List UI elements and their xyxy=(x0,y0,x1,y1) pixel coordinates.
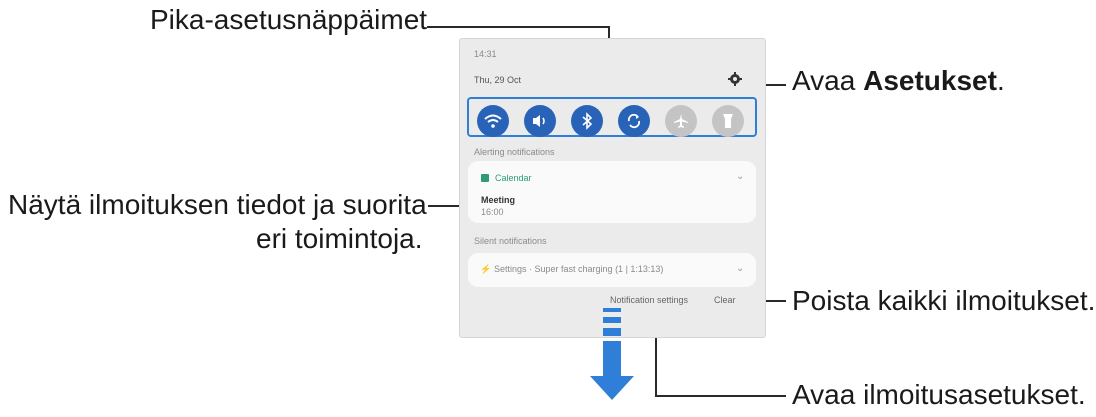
quick-settings-row xyxy=(467,97,757,137)
chevron-down-icon[interactable]: ⌄ xyxy=(736,263,744,274)
silent-notification-text: Settings · Super fast charging (1 | 1:13… xyxy=(494,264,664,274)
settings-gear-icon[interactable] xyxy=(728,72,742,86)
clear-all-label: Poista kaikki ilmoitukset. xyxy=(792,285,1096,316)
callout-notification-settings-h xyxy=(655,395,786,397)
calendar-icon xyxy=(481,174,489,182)
calendar-app-name: Calendar xyxy=(495,173,532,183)
charging-icon: ⚡ xyxy=(480,264,492,274)
bluetooth-icon[interactable] xyxy=(571,105,603,137)
calendar-notification-card[interactable]: Calendar ⌄ Meeting 16:00 xyxy=(468,161,756,223)
notification-settings-button[interactable]: Notification settings xyxy=(610,295,688,305)
silent-notification-card[interactable]: ⚡ Settings · Super fast charging (1 | 1:… xyxy=(468,253,756,287)
quick-settings-label: Pika-asetusnäppäimet xyxy=(150,4,428,35)
notification-details-label-line1: Näytä ilmoituksen tiedot ja suorita xyxy=(8,189,427,220)
silent-notifications-header: Silent notifications xyxy=(474,236,547,246)
sound-icon[interactable] xyxy=(524,105,556,137)
open-settings-label: Avaa Asetukset. xyxy=(792,65,1005,97)
open-settings-bold: Asetukset xyxy=(863,65,997,96)
panel-date: Thu, 29 Oct xyxy=(474,75,522,85)
notification-settings-label: Avaa ilmoitusasetukset. xyxy=(792,379,1086,410)
wifi-icon[interactable] xyxy=(477,105,509,137)
airplane-icon[interactable] xyxy=(665,105,697,137)
open-settings-prefix: Avaa xyxy=(792,65,864,96)
event-time: 16:00 xyxy=(481,207,504,217)
chevron-down-icon[interactable]: ⌄ xyxy=(736,171,744,182)
auto-rotate-icon[interactable] xyxy=(618,105,650,137)
notification-details-label-line2: eri toimintoja. xyxy=(256,223,423,254)
flashlight-icon[interactable] xyxy=(712,105,744,137)
event-title: Meeting xyxy=(481,195,516,205)
status-time: 14:31 xyxy=(474,49,497,59)
open-settings-suffix: . xyxy=(996,65,1005,96)
swipe-down-arrow-icon xyxy=(590,308,634,417)
notification-panel: 14:31 Thu, 29 Oct Alerting notifications… xyxy=(459,38,766,338)
alerting-notifications-header: Alerting notifications xyxy=(474,147,555,157)
callout-quick-settings-h xyxy=(427,26,609,28)
clear-button[interactable]: Clear xyxy=(714,295,736,305)
